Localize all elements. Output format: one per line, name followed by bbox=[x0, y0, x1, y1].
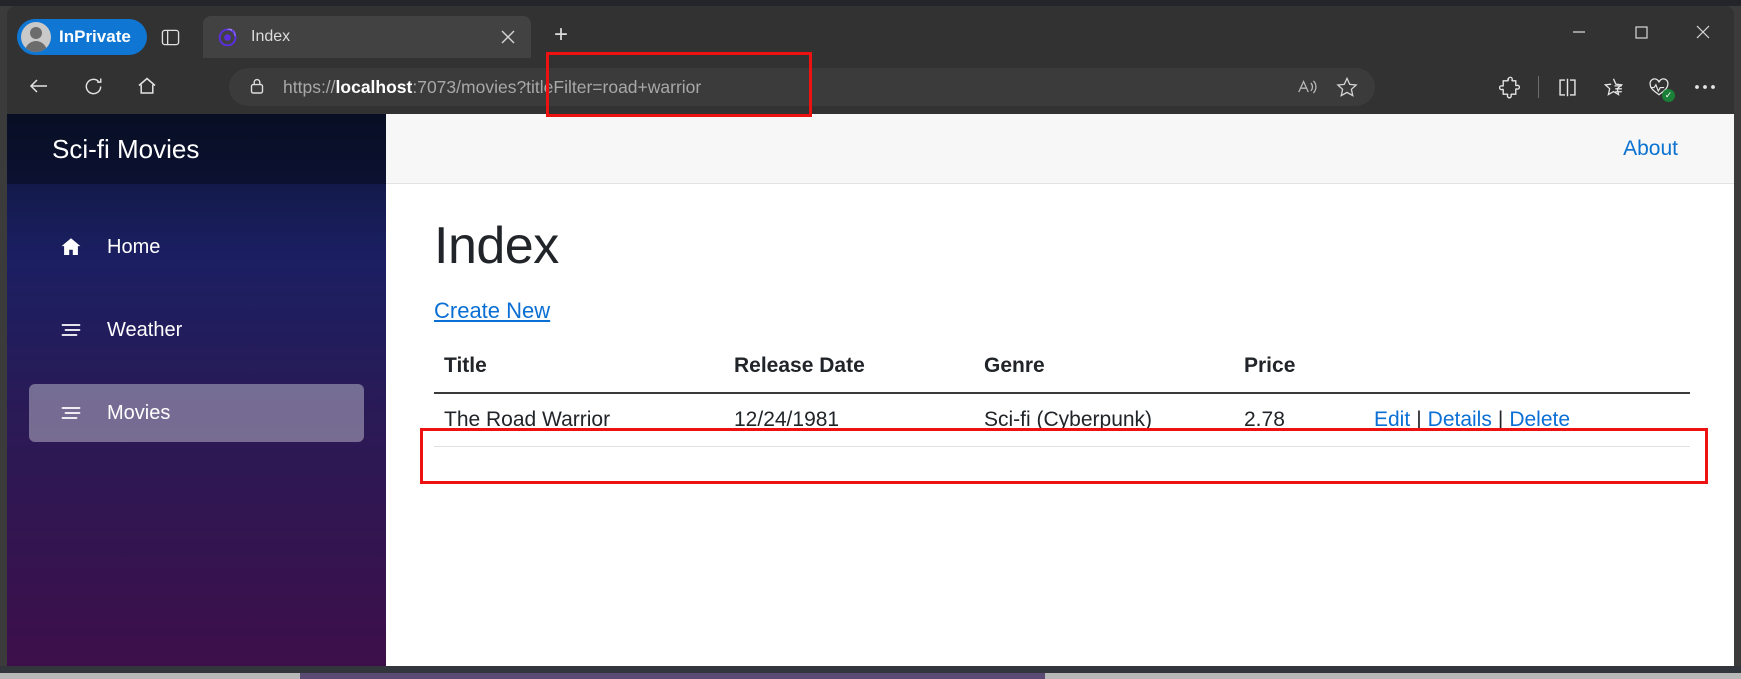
sidebar-item-home[interactable]: Home bbox=[29, 218, 364, 276]
desktop-background: InPrivate Index + https://localhost:7073… bbox=[0, 0, 1741, 679]
home-icon[interactable] bbox=[125, 66, 169, 106]
sidebar-item-label: Weather bbox=[107, 318, 183, 341]
table-header: Title Release Date Genre Price bbox=[434, 348, 1690, 394]
url-scheme: https:// bbox=[283, 76, 336, 97]
back-arrow-icon[interactable] bbox=[17, 66, 61, 106]
movies-table: Title Release Date Genre Price The Road … bbox=[434, 348, 1690, 447]
extensions-puzzle-icon[interactable] bbox=[1487, 66, 1533, 108]
taskbar-accent-strip bbox=[300, 673, 1045, 679]
close-window-button[interactable] bbox=[1672, 6, 1734, 58]
cell-release-date: 12/24/1981 bbox=[724, 393, 974, 447]
app-sidebar: Sci-fi Movies Home Weather Movies bbox=[7, 114, 386, 666]
sidebar-item-movies[interactable]: Movies bbox=[29, 384, 364, 442]
browser-toolbar: https://localhost:7073/movies?titleFilte… bbox=[7, 58, 1734, 114]
browser-tab[interactable]: Index bbox=[203, 16, 531, 58]
page-content: Index Create New Title Release Date Genr… bbox=[386, 184, 1734, 666]
table-header-row: Title Release Date Genre Price bbox=[434, 348, 1690, 394]
tab-close-icon[interactable] bbox=[495, 24, 521, 50]
blazor-favicon bbox=[217, 26, 239, 48]
split-screen-icon[interactable] bbox=[1544, 66, 1590, 108]
profile-avatar-icon bbox=[21, 22, 51, 52]
cell-price: 2.78 bbox=[1234, 393, 1364, 447]
health-check-badge: ✓ bbox=[1662, 89, 1675, 102]
table-row: The Road Warrior 12/24/1981 Sci-fi (Cybe… bbox=[434, 393, 1690, 447]
inprivate-indicator[interactable]: InPrivate bbox=[17, 19, 147, 55]
sidebar-item-label: Home bbox=[107, 235, 161, 258]
refresh-icon[interactable] bbox=[71, 66, 115, 106]
column-header-genre: Genre bbox=[974, 348, 1234, 394]
sidebar-item-label: Movies bbox=[107, 401, 171, 424]
page-topbar: About bbox=[386, 114, 1734, 184]
sidebar-nav-list: Home Weather Movies bbox=[7, 184, 386, 442]
house-icon bbox=[59, 235, 83, 259]
browser-window: InPrivate Index + https://localhost:7073… bbox=[7, 6, 1734, 666]
tab-search-icon[interactable] bbox=[153, 22, 187, 52]
action-separator: | bbox=[1497, 408, 1504, 431]
sidebar-item-weather[interactable]: Weather bbox=[29, 301, 364, 359]
about-link[interactable]: About bbox=[1623, 137, 1678, 161]
main-column: About Index Create New Title Release Dat… bbox=[386, 114, 1734, 666]
url-text: https://localhost:7073/movies?titleFilte… bbox=[283, 77, 1287, 98]
details-link[interactable]: Details bbox=[1428, 408, 1492, 431]
tab-title: Index bbox=[251, 28, 291, 45]
inprivate-label: InPrivate bbox=[59, 27, 131, 46]
page-viewport: Sci-fi Movies Home Weather Movies About … bbox=[7, 114, 1734, 666]
edit-link[interactable]: Edit bbox=[1374, 408, 1410, 431]
browser-tab-strip: InPrivate Index + bbox=[7, 6, 1734, 58]
toolbar-separator bbox=[1538, 76, 1539, 98]
column-header-release-date: Release Date bbox=[724, 348, 974, 394]
cell-title: The Road Warrior bbox=[434, 393, 724, 447]
favorites-star-list-icon[interactable] bbox=[1590, 66, 1636, 108]
table-body: The Road Warrior 12/24/1981 Sci-fi (Cybe… bbox=[434, 393, 1690, 447]
create-new-link[interactable]: Create New bbox=[434, 298, 550, 324]
settings-ellipsis-icon[interactable] bbox=[1682, 66, 1728, 108]
sidebar-brand[interactable]: Sci-fi Movies bbox=[7, 114, 386, 184]
delete-link[interactable]: Delete bbox=[1509, 408, 1570, 431]
url-path-query: :7073/movies?titleFilter=road+warrior bbox=[412, 76, 702, 97]
new-tab-button[interactable]: + bbox=[545, 21, 577, 51]
toolbar-right-group: ✓ bbox=[1487, 66, 1728, 108]
cell-genre: Sci-fi (Cyberpunk) bbox=[974, 393, 1234, 447]
read-aloud-icon[interactable] bbox=[1287, 71, 1327, 103]
lock-icon bbox=[247, 76, 269, 98]
brand-title: Sci-fi Movies bbox=[52, 133, 200, 164]
address-bar[interactable]: https://localhost:7073/movies?titleFilte… bbox=[229, 68, 1375, 106]
column-header-title: Title bbox=[434, 348, 724, 394]
desktop-bottom-strip bbox=[0, 666, 1741, 679]
column-header-actions bbox=[1364, 348, 1690, 394]
page-title: Index bbox=[434, 217, 559, 275]
browser-essentials-heart-icon[interactable]: ✓ bbox=[1636, 66, 1682, 108]
action-separator: | bbox=[1416, 408, 1422, 431]
taskbar-strip bbox=[0, 666, 1741, 673]
add-favorite-star-icon[interactable] bbox=[1327, 71, 1367, 103]
url-host: localhost bbox=[335, 76, 413, 97]
cell-actions: Edit | Details | Delete bbox=[1364, 393, 1690, 447]
list-lines-icon bbox=[59, 318, 83, 342]
list-lines-icon bbox=[59, 401, 83, 425]
minimize-button[interactable] bbox=[1548, 6, 1610, 58]
maximize-button[interactable] bbox=[1610, 6, 1672, 58]
column-header-price: Price bbox=[1234, 348, 1364, 394]
window-controls bbox=[1548, 6, 1734, 58]
